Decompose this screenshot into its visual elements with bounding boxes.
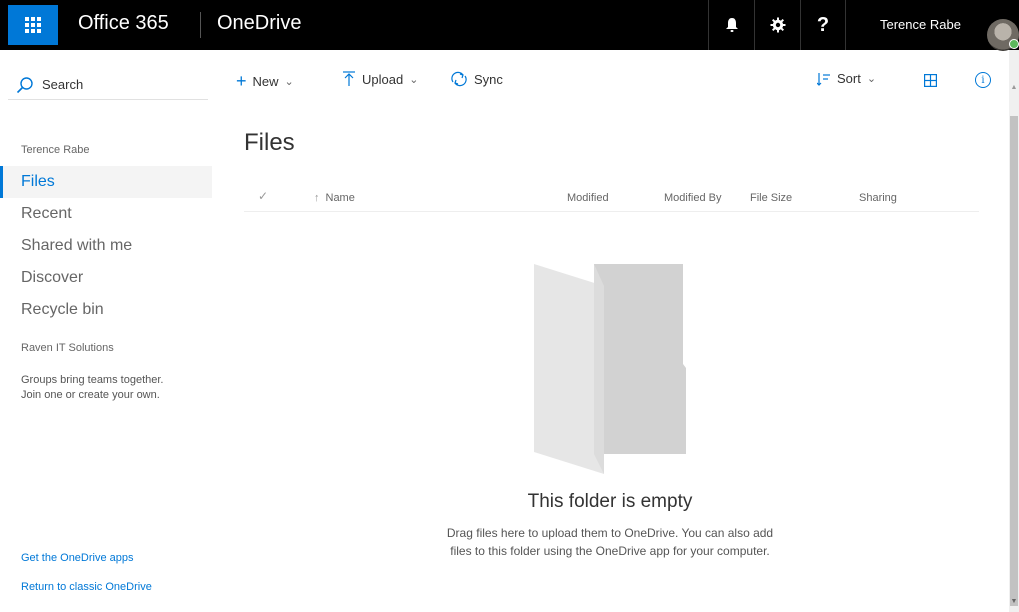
sort-icon <box>817 72 830 86</box>
empty-state-line-1: Drag files here to upload them to OneDri… <box>446 526 774 540</box>
empty-state-description: Drag files here to upload them to OneDri… <box>400 524 820 560</box>
sync-icon <box>451 71 467 87</box>
empty-state-line-2: files to this folder using the OneDrive … <box>450 544 770 558</box>
chevron-down-icon: ⌄ <box>409 73 419 86</box>
user-name[interactable]: Terence Rabe <box>880 17 961 32</box>
column-header-modified-by[interactable]: Modified By <box>664 192 721 204</box>
nav-item-files[interactable]: Files <box>0 166 212 198</box>
brand-divider <box>200 12 201 38</box>
column-name-label: Name <box>325 192 355 204</box>
plus-icon: + <box>236 71 247 91</box>
gear-icon <box>770 17 785 33</box>
sort-button[interactable]: Sort ⌄ <box>817 71 876 86</box>
new-button[interactable]: + New ⌄ <box>236 71 294 92</box>
sync-button[interactable]: Sync <box>450 71 503 87</box>
upload-button[interactable]: Upload ⌄ <box>342 71 418 87</box>
chevron-down-icon: ⌄ <box>284 76 294 88</box>
nav-item-shared-with-me[interactable]: Shared with me <box>0 230 212 262</box>
info-icon[interactable]: i <box>975 72 991 88</box>
page-title: Files <box>244 129 295 156</box>
column-header-name[interactable]: ↑ Name <box>314 192 355 204</box>
sync-label: Sync <box>474 71 503 87</box>
app-launcher-button[interactable] <box>8 5 58 45</box>
nav-org-label: Raven IT Solutions <box>21 342 114 354</box>
return-classic-onedrive-link[interactable]: Return to classic OneDrive <box>21 581 152 593</box>
empty-state-title: This folder is empty <box>527 491 693 512</box>
nav-owner-label: Terence Rabe <box>21 144 90 156</box>
suite-bar: Office 365 OneDrive ? Terence Rabe <box>0 0 1019 50</box>
chevron-down-icon: ⌄ <box>866 73 877 85</box>
bell-icon <box>725 18 738 32</box>
upload-icon <box>343 71 355 86</box>
app-name[interactable]: OneDrive <box>217 12 301 35</box>
presence-status-icon <box>1009 39 1019 49</box>
notifications-button[interactable] <box>708 0 754 50</box>
select-all-checkmark-icon[interactable]: ✓ <box>258 189 268 203</box>
groups-prompt-line-2: Join one or create your own. <box>21 389 160 401</box>
office-365-brand[interactable]: Office 365 <box>78 12 169 35</box>
empty-folder-illustration <box>534 264 686 474</box>
settings-button[interactable] <box>754 0 800 50</box>
new-label: New <box>252 74 279 89</box>
groups-prompt-line-1: Groups bring teams together. <box>21 374 164 386</box>
get-onedrive-apps-link[interactable]: Get the OneDrive apps <box>21 552 134 564</box>
upload-label: Upload <box>362 71 404 87</box>
scroll-up-arrow-icon[interactable]: ▲ <box>1009 84 1019 94</box>
search-icon <box>16 76 33 93</box>
file-list-header: ✓ ↑ Name Modified Modified By File Size S… <box>244 180 979 212</box>
command-bar: + New ⌄ Upload ⌄ Sync Sort ⌄ i <box>212 50 1019 110</box>
left-navigation: Search <box>0 50 212 612</box>
waffle-icon <box>25 17 41 33</box>
groups-prompt[interactable]: Groups bring teams together. Join one or… <box>21 373 211 403</box>
nav-item-recycle-bin[interactable]: Recycle bin <box>0 294 212 326</box>
view-options-icon[interactable] <box>924 74 937 87</box>
search-label: Search <box>42 77 84 92</box>
nav-item-discover[interactable]: Discover <box>0 262 212 294</box>
vertical-scrollbar[interactable]: ▲ ▼ <box>1009 50 1019 612</box>
sort-label: Sort <box>837 71 861 86</box>
column-header-sharing[interactable]: Sharing <box>859 192 897 204</box>
help-button[interactable]: ? <box>800 0 846 50</box>
search-box[interactable]: Search <box>8 70 208 100</box>
sort-arrow-up-icon: ↑ <box>314 192 320 204</box>
column-header-modified[interactable]: Modified <box>567 192 609 204</box>
nav-item-recent[interactable]: Recent <box>0 198 212 230</box>
scrollbar-thumb[interactable] <box>1010 116 1018 606</box>
column-header-file-size[interactable]: File Size <box>750 192 792 204</box>
scroll-down-arrow-icon[interactable]: ▼ <box>1009 598 1019 608</box>
